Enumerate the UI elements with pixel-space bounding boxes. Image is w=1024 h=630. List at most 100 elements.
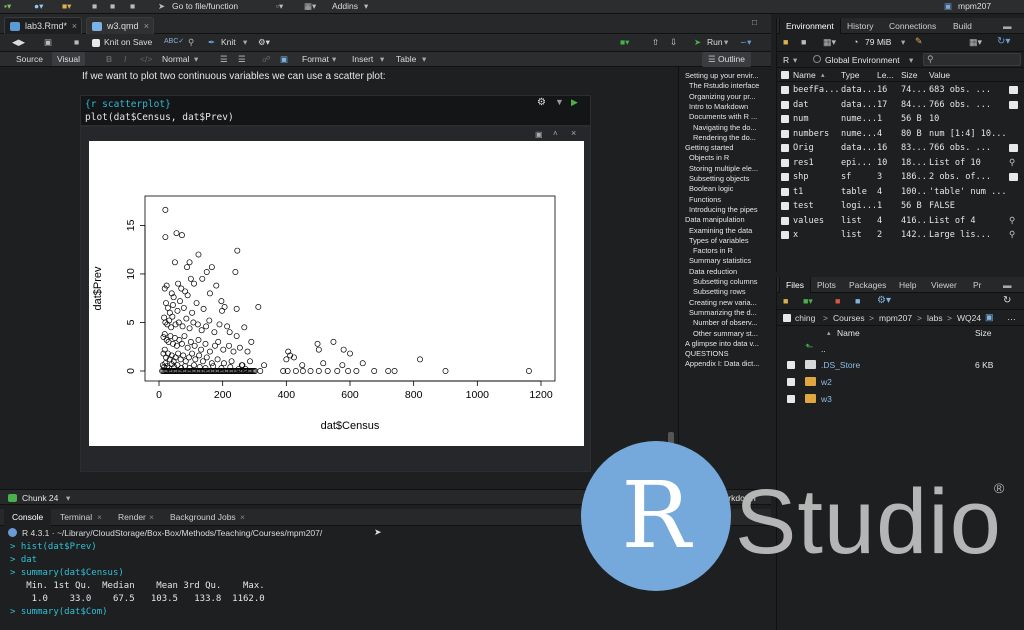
file-row[interactable]: w2 [777,374,1024,390]
chevron-down-icon[interactable]: ▾ [909,55,913,66]
source-mode-button[interactable]: Source [16,54,43,64]
outline-item[interactable]: Rendering the do... [693,133,770,142]
numbered-list-icon[interactable]: ☰ [238,54,246,65]
select-all-checkbox[interactable] [781,71,789,79]
chevron-down-icon[interactable]: ▾ [724,37,728,48]
insert-chunk-icon[interactable]: ■▾ [620,37,629,48]
chunk-navigator[interactable]: Chunk 24 [22,493,58,503]
row-checkbox[interactable] [781,115,789,123]
environment-row[interactable]: test logi... 1 56 B FALSE [777,199,1024,213]
breadcrumb-item[interactable]: WQ24 [957,313,981,323]
environment-row[interactable]: t1 table 4 100...'table' num ... [777,185,1024,199]
load-workspace-icon[interactable]: ■ [783,37,788,47]
grid-layout-icon[interactable]: ▦▾ [304,1,316,12]
row-checkbox[interactable] [781,158,789,167]
file-row[interactable]: .DS_Store 6 KB [777,357,1024,373]
environment-row[interactable]: dat data... 17 84... 766 obs. ... [777,98,1024,112]
outline-item[interactable]: Creating new varia... [689,298,770,307]
bold-icon[interactable]: B [106,54,112,64]
italic-icon[interactable]: I [124,54,126,64]
file-name-link[interactable]: w3 [821,394,832,404]
outline-item[interactable]: Organizing your pr... [689,92,770,101]
column-name[interactable]: Name [793,70,816,80]
tab-presentation[interactable]: Pr [967,277,988,293]
search-icon[interactable]: ⚲ [1009,158,1015,168]
environment-row[interactable]: values list 4 416... List of 4 ⚲ [777,214,1024,228]
new-folder-icon[interactable]: ■ [783,296,788,306]
outline-item[interactable]: Examining the data [689,226,770,235]
file-name-link[interactable]: w2 [821,377,832,387]
outline-item[interactable]: Objects in R [689,153,770,162]
outline-item[interactable]: Appendix I: Data dict... [685,359,770,368]
next-chunk-icon[interactable]: ⇩ [670,37,677,48]
environment-row[interactable]: res1 epi... 10 18... List of 10 ⚲ [777,156,1024,170]
project-name[interactable]: mpm207 [958,1,991,11]
outline-item[interactable]: Boolean logic [689,184,770,193]
parent-directory-row[interactable]: ⬑ .. [777,340,1024,356]
code-icon[interactable]: </> [140,54,152,64]
chevron-down-icon[interactable]: ▾ [243,37,247,48]
addins-menu[interactable]: Addins [332,1,358,11]
close-icon[interactable]: × [240,512,245,522]
column-size[interactable]: Size [901,70,918,80]
save-all-icon[interactable]: ■ [110,1,115,11]
paragraph-style-dropdown[interactable]: Normal [162,54,189,64]
row-checkbox[interactable] [781,216,789,225]
outline-item[interactable]: Storing multiple ele... [689,164,770,173]
outline-item[interactable]: Data manipulation [685,215,770,224]
outline-item[interactable]: Documents with R ... [689,112,770,121]
outline-item[interactable]: Summary statistics [689,256,770,265]
chevron-down-icon[interactable]: ▾ [422,54,426,65]
row-checkbox[interactable] [781,129,789,138]
more-icon[interactable]: … [1007,312,1016,322]
outline-item[interactable]: Number of observ... [693,318,770,327]
tab-viewer[interactable]: Viewer [925,277,963,293]
go-to-directory-icon[interactable]: ➤ [374,527,382,538]
git-icon[interactable]: ▫▾ [276,1,283,12]
outline-item[interactable]: Subsetting rows [693,287,770,296]
environment-search-input[interactable]: ⚲ [923,53,1021,66]
column-name[interactable]: Name [837,328,860,338]
outline-toggle-button[interactable]: ☰ Outline [702,52,751,67]
view-data-icon[interactable] [1009,173,1018,181]
outline-item[interactable]: QUESTIONS [685,349,770,358]
tab-w3-qmd[interactable]: w3.qmd × [86,17,154,34]
file-row[interactable]: w3 [777,391,1024,407]
minimize-pane-icon[interactable]: ▬ [997,277,1018,293]
run-chunk-icon[interactable]: ▶ [571,97,578,108]
link-icon[interactable]: ☍ [262,54,271,65]
outline-item[interactable]: Subsetting columns [693,277,770,286]
search-replace-icon[interactable]: ⚲ [188,37,194,48]
row-checkbox[interactable] [787,361,795,369]
outline-item[interactable]: Subsetting objects [689,174,770,183]
row-checkbox[interactable] [781,231,789,239]
rename-icon[interactable]: ■ [855,296,860,306]
outline-item[interactable]: Intro to Markdown [689,102,770,111]
run-previous-chunks-icon[interactable]: ▼ [555,97,564,107]
outline-item[interactable]: Types of variables [689,236,770,245]
tab-console[interactable]: Console [4,509,52,526]
previous-chunk-icon[interactable]: ⇧ [652,37,659,48]
back-arrow-icon[interactable]: ◀▶ [12,37,25,48]
outline-item[interactable]: Setting up your envir... [685,71,770,80]
chevron-down-icon[interactable]: ▾ [364,1,368,12]
maximize-pane-icon[interactable]: □ [752,17,757,27]
outline-item[interactable]: Introducing the pipes [689,205,770,214]
environment-row[interactable]: beefFa... data... 16 74... 683 obs. ... [777,83,1024,97]
image-icon[interactable]: ▣ [280,54,288,65]
environment-row[interactable]: numbers nume... 4 80 B num [1:4] 10... [777,127,1024,141]
column-type[interactable]: Type [841,70,859,80]
gear-icon[interactable]: ⚙▾ [877,295,891,306]
list-view-icon[interactable]: ▦▾ [969,37,982,48]
tab-packages[interactable]: Packages [843,277,892,293]
search-icon[interactable]: ⚲ [1009,230,1015,240]
environment-row[interactable]: shp sf 3 186... 2 obs. of... [777,170,1024,184]
parent-directory-link[interactable]: .. [821,344,826,354]
environment-row[interactable]: Orig data... 16 83... 766 obs. ... [777,141,1024,155]
tab-help[interactable]: Help [893,277,922,293]
insert-menu[interactable]: Insert [352,54,373,64]
open-folder-icon[interactable]: ■▾ [62,1,71,12]
import-dataset-icon[interactable]: ▦▾ [823,37,836,48]
collapse-output-icon[interactable]: ˄ [553,129,558,138]
show-in-window-icon[interactable]: ▣ [44,37,52,48]
